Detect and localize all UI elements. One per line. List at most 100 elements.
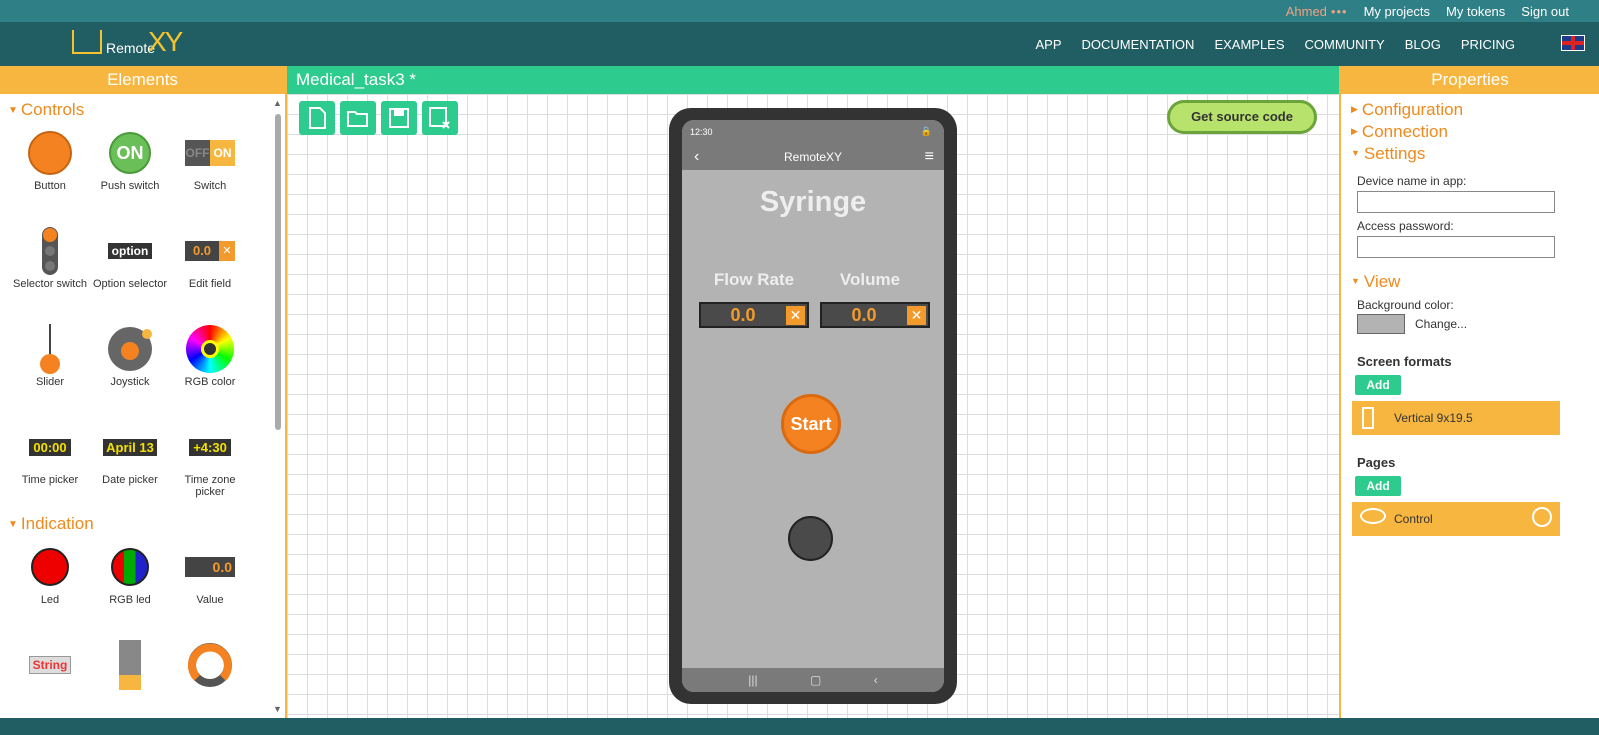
power-icon[interactable] [1532, 507, 1552, 527]
phone-outline-icon [1362, 407, 1374, 429]
get-source-code-button[interactable]: Get source code [1167, 100, 1317, 134]
username[interactable]: Ahmed [1286, 4, 1327, 19]
syringe-heading[interactable]: Syringe [682, 186, 944, 219]
date-picker-icon: April 13 [103, 438, 157, 456]
phone-screen[interactable]: 12:30 🔒 ‹ RemoteXY ≡ Syringe Flow Rate Vo… [682, 120, 944, 692]
clear-icon[interactable]: ✕ [786, 306, 805, 325]
flow-rate-label[interactable]: Flow Rate [699, 270, 809, 290]
element-string[interactable]: String [10, 638, 90, 718]
element-slider[interactable]: Slider [10, 322, 90, 410]
element-edit-field[interactable]: 0.0 ✕ Edit field [170, 224, 250, 312]
project-tab[interactable]: Medical_task3 * [287, 66, 1339, 94]
settings-section[interactable]: ▼ Settings [1341, 144, 1599, 166]
design-canvas[interactable]: Get source code 12:30 🔒 ‹ RemoteXY ≡ Syri… [287, 94, 1339, 718]
uk-flag-icon[interactable] [1561, 35, 1585, 51]
nav-blog[interactable]: BLOG [1405, 37, 1441, 52]
scroll-down-icon[interactable]: ▼ [273, 704, 282, 714]
volume-label[interactable]: Volume [815, 270, 925, 290]
screen-format-label: Vertical 9x19.5 [1394, 411, 1473, 425]
volume-edit-field[interactable]: 0.0 ✕ [820, 302, 930, 328]
clear-icon[interactable]: ✕ [907, 306, 926, 325]
controls-section-header[interactable]: ▼ Controls [0, 94, 272, 126]
view-label: View [1363, 272, 1401, 291]
scroll-up-icon[interactable]: ▲ [273, 98, 282, 108]
phone-preview: 12:30 🔒 ‹ RemoteXY ≡ Syringe Flow Rate Vo… [669, 108, 957, 704]
element-button[interactable]: Button [10, 126, 90, 214]
nav-examples[interactable]: EXAMPLES [1214, 37, 1284, 52]
my-projects-link[interactable]: My projects [1364, 4, 1430, 19]
sign-out-link[interactable]: Sign out [1521, 4, 1569, 19]
element-date-picker[interactable]: April 13 Date picker [90, 420, 170, 508]
connection-section[interactable]: ▶ Connection [1341, 122, 1599, 144]
user-menu-dots[interactable]: ••• [1331, 4, 1348, 19]
change-color-link[interactable]: Change... [1415, 317, 1467, 331]
save-icon [389, 108, 409, 128]
element-label: Time picker [21, 474, 79, 486]
edit-field-icon: 0.0 ✕ [185, 241, 235, 261]
folder-open-icon [347, 111, 368, 127]
elements-scrollbar[interactable]: ▲ ▼ [272, 96, 286, 718]
element-time-picker[interactable]: 00:00 Time picker [10, 420, 90, 508]
new-file-button[interactable] [299, 101, 335, 135]
indication-section-header[interactable]: ▼ Indication [0, 508, 272, 540]
switch-icon: OFF ON [185, 140, 235, 166]
configuration-label: Configuration [1361, 100, 1464, 119]
element-rgb-color[interactable]: RGB color [170, 322, 250, 410]
access-password-input[interactable] [1357, 236, 1555, 258]
led-icon [31, 548, 69, 586]
screen-format-row[interactable]: Vertical 9x19.5 [1352, 401, 1560, 435]
element-label: Option selector [93, 278, 167, 290]
background-color-swatch[interactable] [1357, 314, 1405, 334]
add-page-button[interactable]: Add [1355, 476, 1401, 496]
menu-icon[interactable]: ≡ [925, 144, 934, 170]
flow-rate-value[interactable]: 0.0 [701, 304, 785, 326]
start-button[interactable]: Start [781, 394, 841, 454]
nav-pricing[interactable]: PRICING [1461, 37, 1515, 52]
scroll-thumb[interactable] [275, 114, 281, 430]
string-icon: String [28, 656, 72, 674]
phone-nav-bar: ||| ▢ ‹ [682, 668, 944, 692]
nav-documentation[interactable]: DOCUMENTATION [1082, 37, 1195, 52]
view-section[interactable]: ▼ View [1341, 272, 1599, 294]
main-header: Remote XY APP DOCUMENTATION EXAMPLES COM… [0, 22, 1599, 66]
rgb-led-icon [111, 548, 149, 586]
open-button[interactable] [340, 101, 376, 135]
device-name-input[interactable] [1357, 191, 1555, 213]
element-value[interactable]: 0.0 Value [170, 540, 250, 628]
add-screen-format-button[interactable]: Add [1355, 375, 1401, 395]
element-rgb-led[interactable]: RGB led [90, 540, 170, 628]
nav-app[interactable]: APP [1036, 37, 1062, 52]
elements-title: Elements [0, 66, 285, 94]
time-picker-icon: 00:00 [29, 438, 71, 456]
circular-bar-icon [188, 643, 232, 687]
element-led[interactable]: Led [10, 540, 90, 628]
my-tokens-link[interactable]: My tokens [1446, 4, 1505, 19]
element-option-selector[interactable]: option Option selector [90, 224, 170, 312]
configuration-section[interactable]: ▶ Configuration [1341, 100, 1599, 122]
expand-icon: ▼ [8, 105, 18, 116]
flow-rate-edit-field[interactable]: 0.0 ✕ [699, 302, 809, 328]
status-led[interactable] [788, 516, 833, 561]
eye-icon[interactable] [1360, 508, 1386, 524]
element-label: Button [34, 180, 66, 192]
device-name-label: Device name in app: [1357, 174, 1467, 188]
element-push-switch[interactable]: ON Push switch [90, 126, 170, 214]
nav-community[interactable]: COMMUNITY [1305, 37, 1385, 52]
status-time: 12:30 [690, 127, 713, 137]
save-as-button[interactable] [422, 101, 458, 135]
element-joystick[interactable]: Joystick [90, 322, 170, 410]
element-circular-bar[interactable] [170, 638, 250, 718]
element-switch[interactable]: OFF ON Switch [170, 126, 250, 214]
collapsed-icon: ▶ [1351, 126, 1358, 136]
elements-panel: Elements ▼ Controls Button ON Push switch… [0, 66, 287, 718]
volume-value[interactable]: 0.0 [822, 304, 906, 326]
element-level[interactable] [90, 638, 170, 718]
back-icon[interactable]: ‹ [694, 144, 699, 170]
connection-label: Connection [1361, 122, 1448, 141]
logo-xy: XY [148, 26, 183, 57]
element-time-zone-picker[interactable]: +4:30 Time zone picker [170, 420, 250, 508]
page-row[interactable]: Control [1352, 502, 1560, 536]
save-button[interactable] [381, 101, 417, 135]
element-label: Switch [193, 180, 227, 192]
element-selector-switch[interactable]: Selector switch [10, 224, 90, 312]
